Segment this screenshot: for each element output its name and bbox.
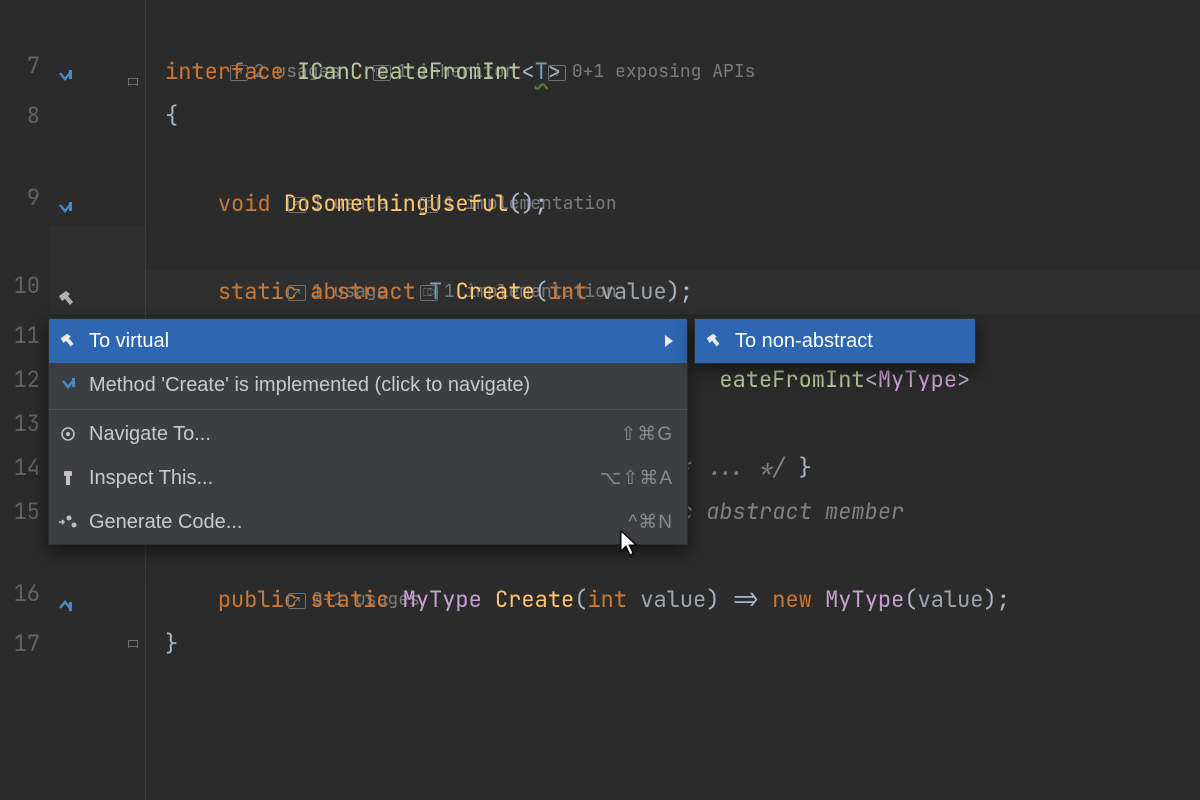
context-menu[interactable]: To virtual Method 'Create' is implemente… — [48, 318, 688, 545]
menu-item-label: Navigate To... — [89, 423, 610, 446]
line-number: 8 — [0, 94, 50, 138]
impl-icon: ⎄ — [420, 197, 438, 213]
menu-shortcut: ⇧⌘G — [620, 423, 673, 446]
code-line[interactable]: } — [145, 622, 1200, 666]
menu-item-to-virtual[interactable]: To virtual — [49, 319, 687, 363]
generate-icon — [57, 511, 79, 533]
menu-item-label: To virtual — [89, 330, 655, 353]
hammer-icon — [57, 330, 79, 352]
hammer-icon — [56, 288, 76, 308]
implemented-down-icon — [56, 200, 76, 220]
menu-shortcut: ⌥⇧⌘A — [600, 467, 674, 490]
mouse-cursor — [620, 530, 640, 558]
code-hint[interactable]: ↗2 usages ⎄1 inheritor ⇪0+1 exposing API… — [145, 6, 1200, 50]
menu-item-inspect-this[interactable]: Inspect This... ⌥⇧⌘A — [49, 456, 687, 500]
line-number: 11 — [0, 314, 50, 358]
code-hint[interactable]: ↗1 usage ⎄1 implementation — [145, 226, 1200, 270]
line-number: 16 — [0, 534, 50, 622]
line-number: 10 — [0, 226, 50, 314]
usage-icon: ↗ — [288, 593, 306, 609]
context-submenu[interactable]: To non-abstract — [694, 318, 976, 364]
gutter-icon-implemented[interactable] — [50, 6, 145, 94]
gutter-row — [50, 622, 145, 666]
gutter-icon-implemented[interactable] — [50, 138, 145, 226]
line-number: 12 — [0, 358, 50, 402]
gutter-line-numbers: 7 8 9 10 11 12 13 14 15 16 17 — [0, 0, 50, 800]
usage-icon: ↗ — [288, 197, 306, 213]
menu-item-label: Generate Code... — [89, 511, 618, 534]
usage-icon: ↗ — [230, 65, 248, 81]
line-number: 13 — [0, 402, 50, 446]
menu-item-label: Inspect This... — [89, 467, 590, 490]
gutter-row — [50, 94, 145, 138]
usage-icon: ↗ — [288, 285, 306, 301]
inspect-icon — [57, 467, 79, 489]
exposing-icon: ⇪ — [548, 65, 566, 81]
code-line[interactable]: { — [145, 94, 1200, 138]
fold-icon[interactable] — [127, 76, 139, 88]
menu-item-label: To non-abstract — [735, 330, 961, 353]
line-number: 9 — [0, 138, 50, 226]
inheritor-icon: ⎄ — [373, 65, 391, 81]
gutter-icon-action[interactable] — [50, 226, 145, 314]
menu-item-generate-code[interactable]: Generate Code... ^⌘N — [49, 500, 687, 544]
fold-end-icon[interactable] — [127, 638, 139, 650]
implemented-down-icon — [56, 68, 76, 88]
submenu-arrow-icon — [665, 335, 673, 347]
implemented-down-icon — [57, 374, 79, 396]
menu-item-navigate-impl[interactable]: Method 'Create' is implemented (click to… — [49, 363, 687, 407]
line-number: 15 — [0, 490, 50, 534]
code-hint[interactable]: ↗1 usage ⎄1 implementation — [145, 138, 1200, 182]
menu-separator — [49, 409, 687, 410]
impl-icon: ⎄ — [420, 285, 438, 301]
implementing-up-icon — [56, 596, 76, 616]
line-number: 17 — [0, 622, 50, 666]
menu-item-label: Method 'Create' is implemented (click to… — [89, 374, 673, 397]
line-number: 14 — [0, 446, 50, 490]
menu-item-navigate-to[interactable]: Navigate To... ⇧⌘G — [49, 412, 687, 456]
gutter-icon-implementing[interactable] — [50, 534, 145, 622]
hammer-icon — [703, 330, 725, 352]
line-number: 7 — [0, 6, 50, 94]
menu-item-to-non-abstract[interactable]: To non-abstract — [695, 319, 975, 363]
target-icon — [57, 423, 79, 445]
